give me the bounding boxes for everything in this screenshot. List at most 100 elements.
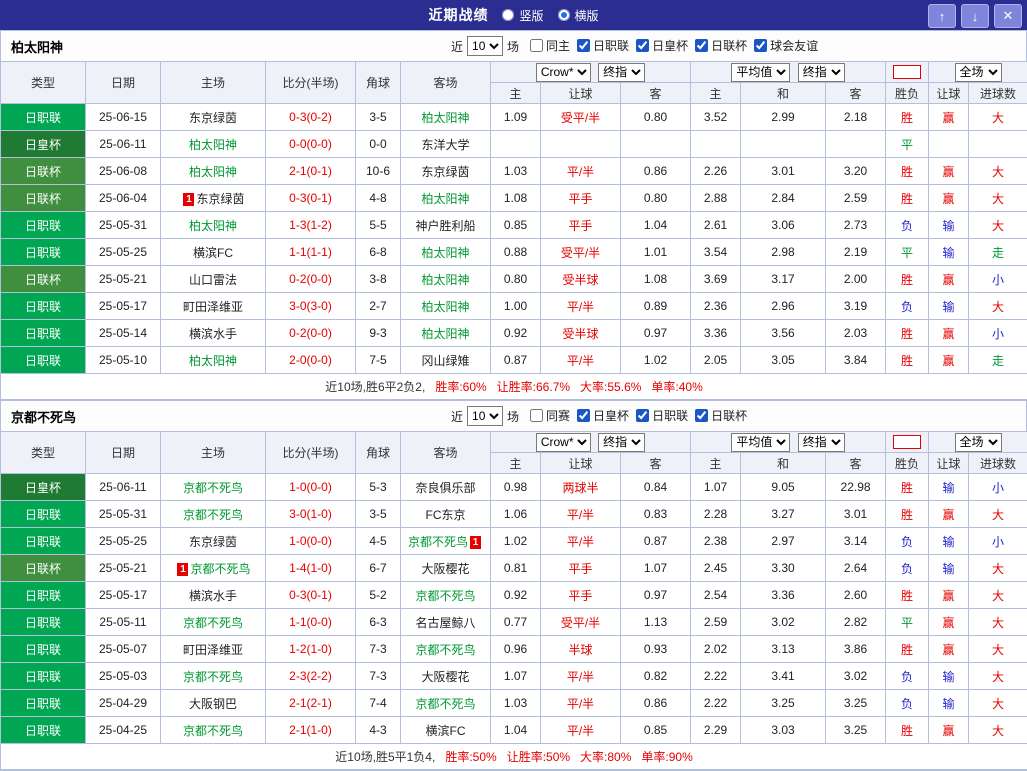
sub-home-header: 主 (491, 83, 541, 104)
odds-handicap-cell: 平手 (541, 212, 621, 239)
corners-cell: 0-0 (356, 131, 401, 158)
sub-away-header: 客 (621, 453, 691, 474)
filter-checkbox-group: 同主日职联日皇杯日联杯球会友谊 (523, 37, 818, 55)
avg-away-cell: 2.59 (826, 185, 886, 212)
team-cell: 京都不死鸟 (401, 690, 491, 717)
goals-result-cell: 大 (969, 158, 1027, 185)
league-cell: 日职联 (1, 212, 86, 239)
filter-checkbox[interactable]: 日职联 (636, 407, 688, 424)
team-cell: 大阪樱花 (401, 663, 491, 690)
date-cell: 25-04-25 (86, 717, 161, 744)
avg-draw-cell: 3.13 (741, 636, 826, 663)
handicap-result-cell: 赢 (929, 185, 969, 212)
checkbox-input[interactable] (695, 409, 708, 422)
odds-source-select[interactable]: Crow* (536, 433, 591, 452)
result-cell: 胜 (886, 717, 929, 744)
goals-result-cell: 大 (969, 185, 1027, 212)
match-count-select[interactable]: 10 (467, 406, 503, 426)
layout-radio-vertical[interactable]: 竖版 (502, 7, 543, 24)
corners-cell: 3-5 (356, 501, 401, 528)
match-row: 日职联25-04-25京都不死鸟2-1(1-0)4-3横滨FC1.04平/半0.… (1, 717, 1027, 744)
team-name: 东京绿茵 (189, 111, 237, 125)
scope-select[interactable]: 全场 (955, 63, 1002, 82)
avg-draw-cell: 2.84 (741, 185, 826, 212)
avg-draw-cell: 3.27 (741, 501, 826, 528)
team-name: 京都不死鸟 (183, 670, 243, 684)
odds-stage-select[interactable]: 终指 (598, 63, 645, 82)
scroll-up-button[interactable]: ↑ (928, 4, 956, 28)
avg-away-cell: 3.25 (826, 690, 886, 717)
avg-home-cell: 2.28 (691, 501, 741, 528)
checkbox-input[interactable] (754, 39, 767, 52)
filter-checkbox[interactable]: 同赛 (530, 407, 570, 424)
team-cell: 大阪钢巴 (161, 690, 266, 717)
filter-checkbox[interactable]: 日皇杯 (636, 37, 688, 54)
results-body: 日皇杯25-06-11京都不死鸟1-0(0-0)5-3奈良俱乐部0.98两球半0… (1, 474, 1027, 744)
odds-home-cell: 1.03 (491, 158, 541, 185)
team-cell: 柏太阳神 (401, 104, 491, 131)
odds-away-cell: 1.08 (621, 266, 691, 293)
red-number-badge: 1 (183, 193, 194, 206)
odds-home-cell: 1.08 (491, 185, 541, 212)
team-cell: 山口雷法 (161, 266, 266, 293)
odds-handicap-cell (541, 131, 621, 158)
close-button[interactable]: ✕ (994, 4, 1022, 28)
handicap-result-cell: 输 (929, 293, 969, 320)
corners-cell: 5-2 (356, 582, 401, 609)
col-date-header: 日期 (86, 432, 161, 474)
odds-handicap-cell: 两球半 (541, 474, 621, 501)
odds-source-select[interactable]: Crow* (536, 63, 591, 82)
team-name: 柏太阳神 (189, 219, 237, 233)
team-name: 京都不死鸟 (183, 724, 243, 738)
checkbox-input[interactable] (577, 409, 590, 422)
odds-away-cell: 1.01 (621, 239, 691, 266)
match-row: 日职联25-05-31柏太阳神1-3(1-2)5-5神户胜利船0.85平手1.0… (1, 212, 1027, 239)
team-name: 横滨水手 (189, 589, 237, 603)
team-name: 京都不死鸟 (183, 481, 243, 495)
match-count-select[interactable]: 10 (467, 36, 503, 56)
results-body: 日职联25-06-15东京绿茵0-3(0-2)3-5柏太阳神1.09受平/半0.… (1, 104, 1027, 374)
corners-cell: 3-5 (356, 104, 401, 131)
team-cell: FC东京 (401, 501, 491, 528)
filter-checkbox[interactable]: 同主 (530, 37, 570, 54)
avg-source-select[interactable]: 平均值 (731, 63, 790, 82)
score-cell: 3-0(1-0) (266, 501, 356, 528)
filter-near-label: 近 (451, 408, 463, 425)
team-section-0: 柏太阳神 近 10 场 同主日职联日皇杯日联杯球会友谊 类型 日期 主场 比分(… (0, 30, 1027, 400)
avg-draw-cell: 3.41 (741, 663, 826, 690)
checkbox-input[interactable] (636, 409, 649, 422)
checkbox-input[interactable] (530, 39, 543, 52)
goals-result-cell: 大 (969, 609, 1027, 636)
checkbox-input[interactable] (695, 39, 708, 52)
filter-checkbox[interactable]: 日职联 (577, 37, 629, 54)
filter-checkbox[interactable]: 日联杯 (695, 37, 747, 54)
checkbox-input[interactable] (636, 39, 649, 52)
layout-radio-horizontal[interactable]: 横版 (558, 7, 599, 24)
date-cell: 25-06-08 (86, 158, 161, 185)
avg-stage-select[interactable]: 终指 (798, 433, 845, 452)
avg-source-select[interactable]: 平均值 (731, 433, 790, 452)
team-cell: 京都不死鸟 (161, 474, 266, 501)
avg-draw-cell: 3.06 (741, 212, 826, 239)
filter-checkbox-group: 同赛日皇杯日职联日联杯 (523, 407, 747, 425)
odds-stage-select[interactable]: 终指 (598, 433, 645, 452)
filter-checkbox[interactable]: 日联杯 (695, 407, 747, 424)
checkbox-input[interactable] (577, 39, 590, 52)
filter-checkbox[interactable]: 日皇杯 (577, 407, 629, 424)
team-cell: 町田泽维亚 (161, 293, 266, 320)
league-cell: 日职联 (1, 717, 86, 744)
col-handicap-result-header: 让球 (929, 453, 969, 474)
filter-checkbox[interactable]: 球会友谊 (754, 37, 818, 54)
result-cell: 平 (886, 131, 929, 158)
team-cell: 东京绿茵 (161, 104, 266, 131)
scope-select[interactable]: 全场 (955, 433, 1002, 452)
scroll-down-button[interactable]: ↓ (961, 4, 989, 28)
avg-stage-select[interactable]: 终指 (798, 63, 845, 82)
team-cell: 京都不死鸟1 (401, 528, 491, 555)
team-cell: 柏太阳神 (161, 347, 266, 374)
sub-away2-header: 客 (826, 453, 886, 474)
odds-away-cell: 0.82 (621, 663, 691, 690)
match-row: 日职联25-05-17横滨水手0-3(0-1)5-2京都不死鸟0.92平手0.9… (1, 582, 1027, 609)
sub-away-header: 客 (621, 83, 691, 104)
checkbox-input[interactable] (530, 409, 543, 422)
